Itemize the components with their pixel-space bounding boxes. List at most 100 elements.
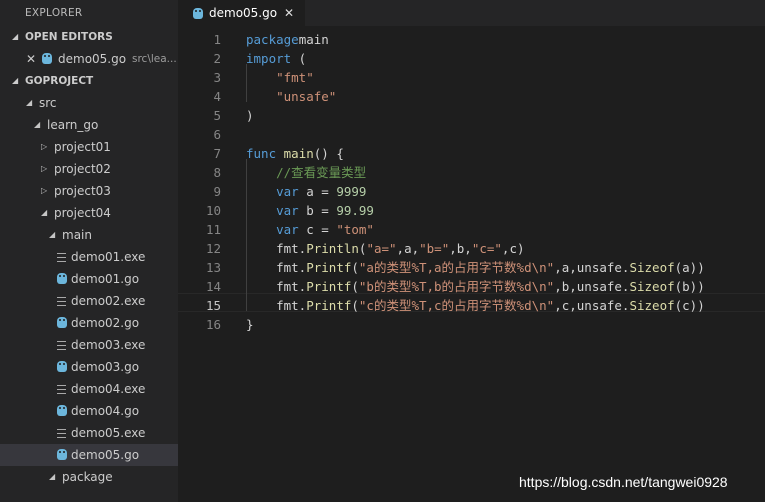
chevron-down-icon: ◢ [26,98,33,107]
tree-item[interactable]: ▷ project02 [0,158,178,180]
tree-item[interactable]: ◢ main [0,224,178,246]
code-token: ,c,unsafe. [554,298,630,313]
code-token: import [246,51,292,66]
chevron-right-icon: ▷ [41,164,48,173]
tree-item-label: src [39,96,57,110]
code-token: () { [313,146,344,161]
code-token: fmt. [246,298,307,313]
open-editors-header[interactable]: ◢ OPEN EDITORS [0,26,178,48]
line-number: 10 [205,203,221,218]
tree-item[interactable]: demo05.exe [0,422,178,444]
code-token: (a)) [674,260,705,275]
code-token: b = [298,203,337,218]
tree-item[interactable]: ◢ project04 [0,202,178,224]
tree-item-label: demo02.go [71,316,140,330]
tree-item-label: demo01.exe [71,250,146,264]
file-lines-icon [57,290,66,313]
code-token: "c的类型%T,c的占用字节数%d\n" [358,298,555,313]
tree-item[interactable]: ▷ project01 [0,136,178,158]
tree-item-label: package [62,470,113,484]
code-token: Sizeof [629,260,675,275]
tree-item[interactable]: demo03.exe [0,334,178,356]
code-token: ( [351,279,359,294]
line-number: 15 [205,298,221,313]
code-token: fmt. [246,279,307,294]
code-line: "fmt" [246,68,314,87]
tree-item[interactable]: ◢ src [0,92,178,114]
code-token: var [276,184,299,199]
code-line: fmt.Printf("a的类型%T,a的占用字节数%d\n",a,unsafe… [246,258,705,277]
line-number: 1 [213,32,221,47]
file-lines-icon [57,378,66,401]
line-number: 2 [213,51,221,66]
chevron-right-icon: ▷ [41,186,48,195]
code-line: fmt.Println("a=",a,"b=",b,"c=",c) [246,239,524,258]
code-editor[interactable]: 1 packagemain 2 import (3 "fmt" 4 "unsafe" 5)… [178,26,765,502]
code-token: a = [298,184,337,199]
line-number: 6 [213,127,221,142]
code-token: 99.99 [336,203,374,218]
tree-item[interactable]: demo05.go [0,444,178,466]
line-number: 13 [205,260,221,275]
tree-item[interactable]: demo04.exe [0,378,178,400]
chevron-down-icon: ◢ [34,120,41,129]
tree-item-label: demo03.go [71,360,140,374]
code-line: import ( [246,49,306,68]
code-line: var b = 99.99 [246,201,374,220]
project-header[interactable]: ◢ GOPROJECT [0,70,178,92]
tree-item[interactable]: demo02.exe [0,290,178,312]
tree-item[interactable]: demo03.go [0,356,178,378]
code-token: var [276,203,299,218]
tree-item-label: project03 [54,184,111,198]
tree-item[interactable]: ▷ project03 [0,180,178,202]
tab-close-icon[interactable]: ✕ [284,0,294,26]
code-token: fmt. [246,260,307,275]
tree-item-label: project01 [54,140,111,154]
code-token: ,a,unsafe. [554,260,630,275]
open-editor-path: src\lea... [132,53,177,65]
code-token: Printf [306,298,352,313]
go-file-icon [57,400,67,423]
go-file-icon [42,48,52,71]
tab-demo05-go[interactable]: demo05.go ✕ [178,0,305,26]
chevron-down-icon: ◢ [12,32,19,41]
go-file-icon [193,3,203,23]
code-token: ,a, [396,241,420,256]
code-line: } [246,315,254,334]
tree-item-label: demo04.go [71,404,140,418]
code-token: Println [306,241,359,256]
code-token: (c)) [674,298,705,313]
file-lines-icon [57,422,66,445]
open-editor-item[interactable]: ✕ demo05.go src\lea... [0,48,178,70]
code-token: package [246,32,299,47]
tree-item[interactable]: ◢ package [0,466,178,488]
go-file-icon [57,312,67,335]
file-tree: ◢ src ◢ learn_go ▷ project01 ▷ project02 ▷ projec… [0,92,178,488]
code-line: packagemain [246,30,329,49]
code-line: "unsafe" [246,87,336,106]
tree-item[interactable]: demo01.exe [0,246,178,268]
tree-item[interactable]: demo02.go [0,312,178,334]
code-token: "c=" [471,241,502,256]
code-token: 9999 [336,184,367,199]
close-icon[interactable]: ✕ [26,48,36,70]
line-number: 12 [205,241,221,256]
code-token: ( [351,260,359,275]
tree-item[interactable]: ◢ learn_go [0,114,178,136]
tree-item-label: demo05.exe [71,426,146,440]
file-lines-icon [57,334,66,357]
tree-item[interactable]: demo01.go [0,268,178,290]
code-token: var [276,222,299,237]
tree-item[interactable]: demo04.go [0,400,178,422]
explorer-sidebar: EXPLORER ◢ OPEN EDITORS ✕ demo05.go src\… [0,0,178,502]
watermark: https://blog.csdn.net/tangwei0928 [519,474,728,490]
line-number: 14 [205,279,221,294]
tab-bar: demo05.go ✕ [178,0,765,26]
chevron-down-icon: ◢ [41,208,48,217]
line-number: 5 [213,108,221,123]
code-token: "b=" [419,241,450,256]
line-number: 7 [213,146,221,161]
